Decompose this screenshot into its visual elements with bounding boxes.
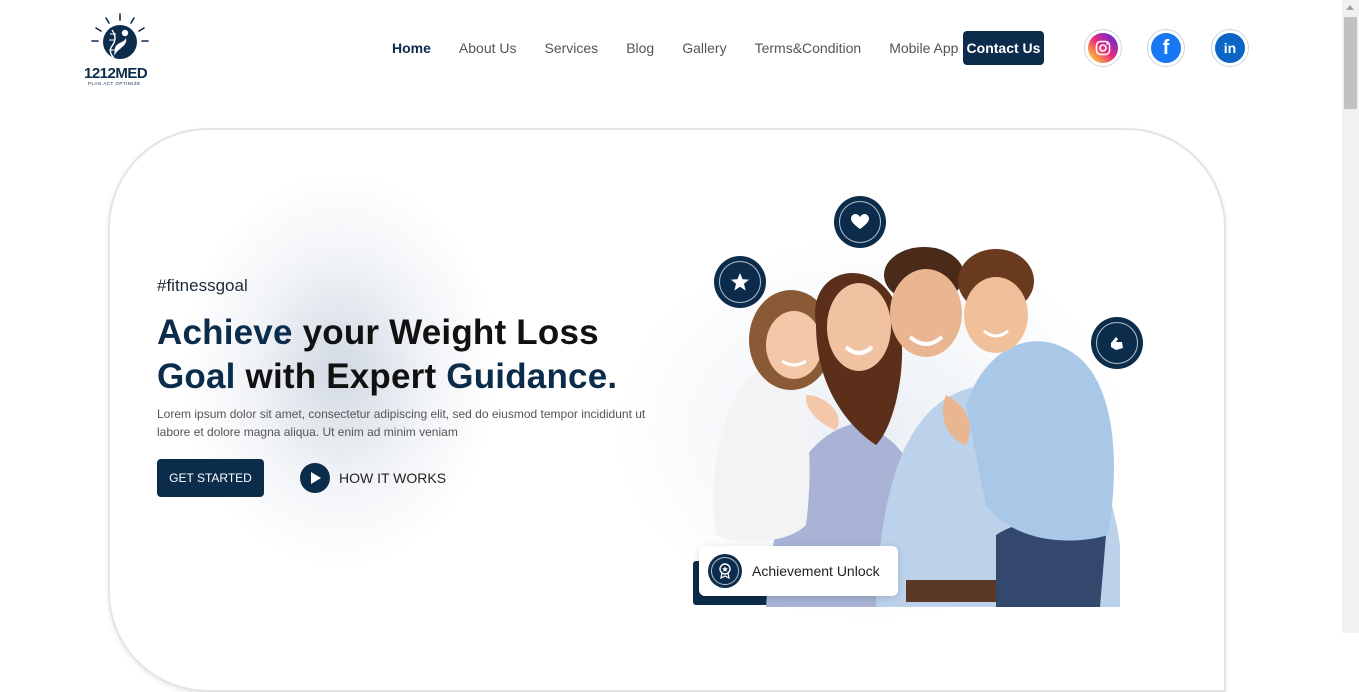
nav-terms-condition[interactable]: Terms&Condition [755,40,862,56]
award-icon [708,554,742,588]
page-scrollbar[interactable] [1342,0,1359,633]
achievement-label: Achievement Unlock [752,563,880,579]
main-nav: Home About Us Services Blog Gallery Term… [392,31,986,65]
play-icon [300,463,330,493]
star-icon [719,261,761,303]
heart-badge [834,196,886,248]
logo-icon [91,13,149,59]
headline-part-4: with Expert [235,357,447,396]
nav-services[interactable]: Services [545,40,599,56]
headline-word-achieve: Achieve [157,313,293,352]
logo-wordmark: 1212MED [84,65,148,82]
achievement-card: Achievement Unlock [699,546,898,596]
instagram-icon [1088,33,1118,63]
nav-home[interactable]: Home [392,40,431,56]
heart-icon [839,201,881,243]
award-icon-ring [711,557,739,585]
scroll-up-arrow-icon[interactable] [1346,5,1354,10]
facebook-link[interactable]: f [1147,29,1185,67]
scroll-thumb[interactable] [1344,17,1357,109]
headline-part-2: your Weight Loss [292,313,599,352]
star-badge [714,256,766,308]
nav-blog[interactable]: Blog [626,40,654,56]
hero-headline: Achieve your Weight Loss Goal with Expert… [157,311,617,399]
hero-hashtag: #fitnessgoal [157,276,248,295]
nav-gallery[interactable]: Gallery [682,40,726,56]
linkedin-icon: in [1215,33,1245,63]
linkedin-link[interactable]: in [1211,29,1249,67]
how-it-works-button[interactable]: HOW IT WORKS [300,463,446,493]
headline-word-goal: Goal [157,357,236,396]
how-it-works-label: HOW IT WORKS [339,470,447,486]
logo-tagline: PLAN ACT OPTIMIZE [88,81,141,86]
nav-about-us[interactable]: About Us [459,40,517,56]
facebook-icon: f [1151,33,1181,63]
get-started-button[interactable]: GET STARTED [157,459,264,497]
instagram-link[interactable] [1084,29,1122,67]
hand-badge [1091,317,1143,369]
hand-icon [1096,322,1138,364]
hero-description: Lorem ipsum dolor sit amet, consectetur … [157,407,646,439]
nav-mobile-app[interactable]: Mobile App [889,40,958,56]
headline-word-guidance: Guidance. [446,357,618,396]
contact-us-button[interactable]: Contact Us [963,31,1044,65]
brand-logo[interactable]: 1212MED PLAN ACT OPTIMIZE [84,12,160,88]
